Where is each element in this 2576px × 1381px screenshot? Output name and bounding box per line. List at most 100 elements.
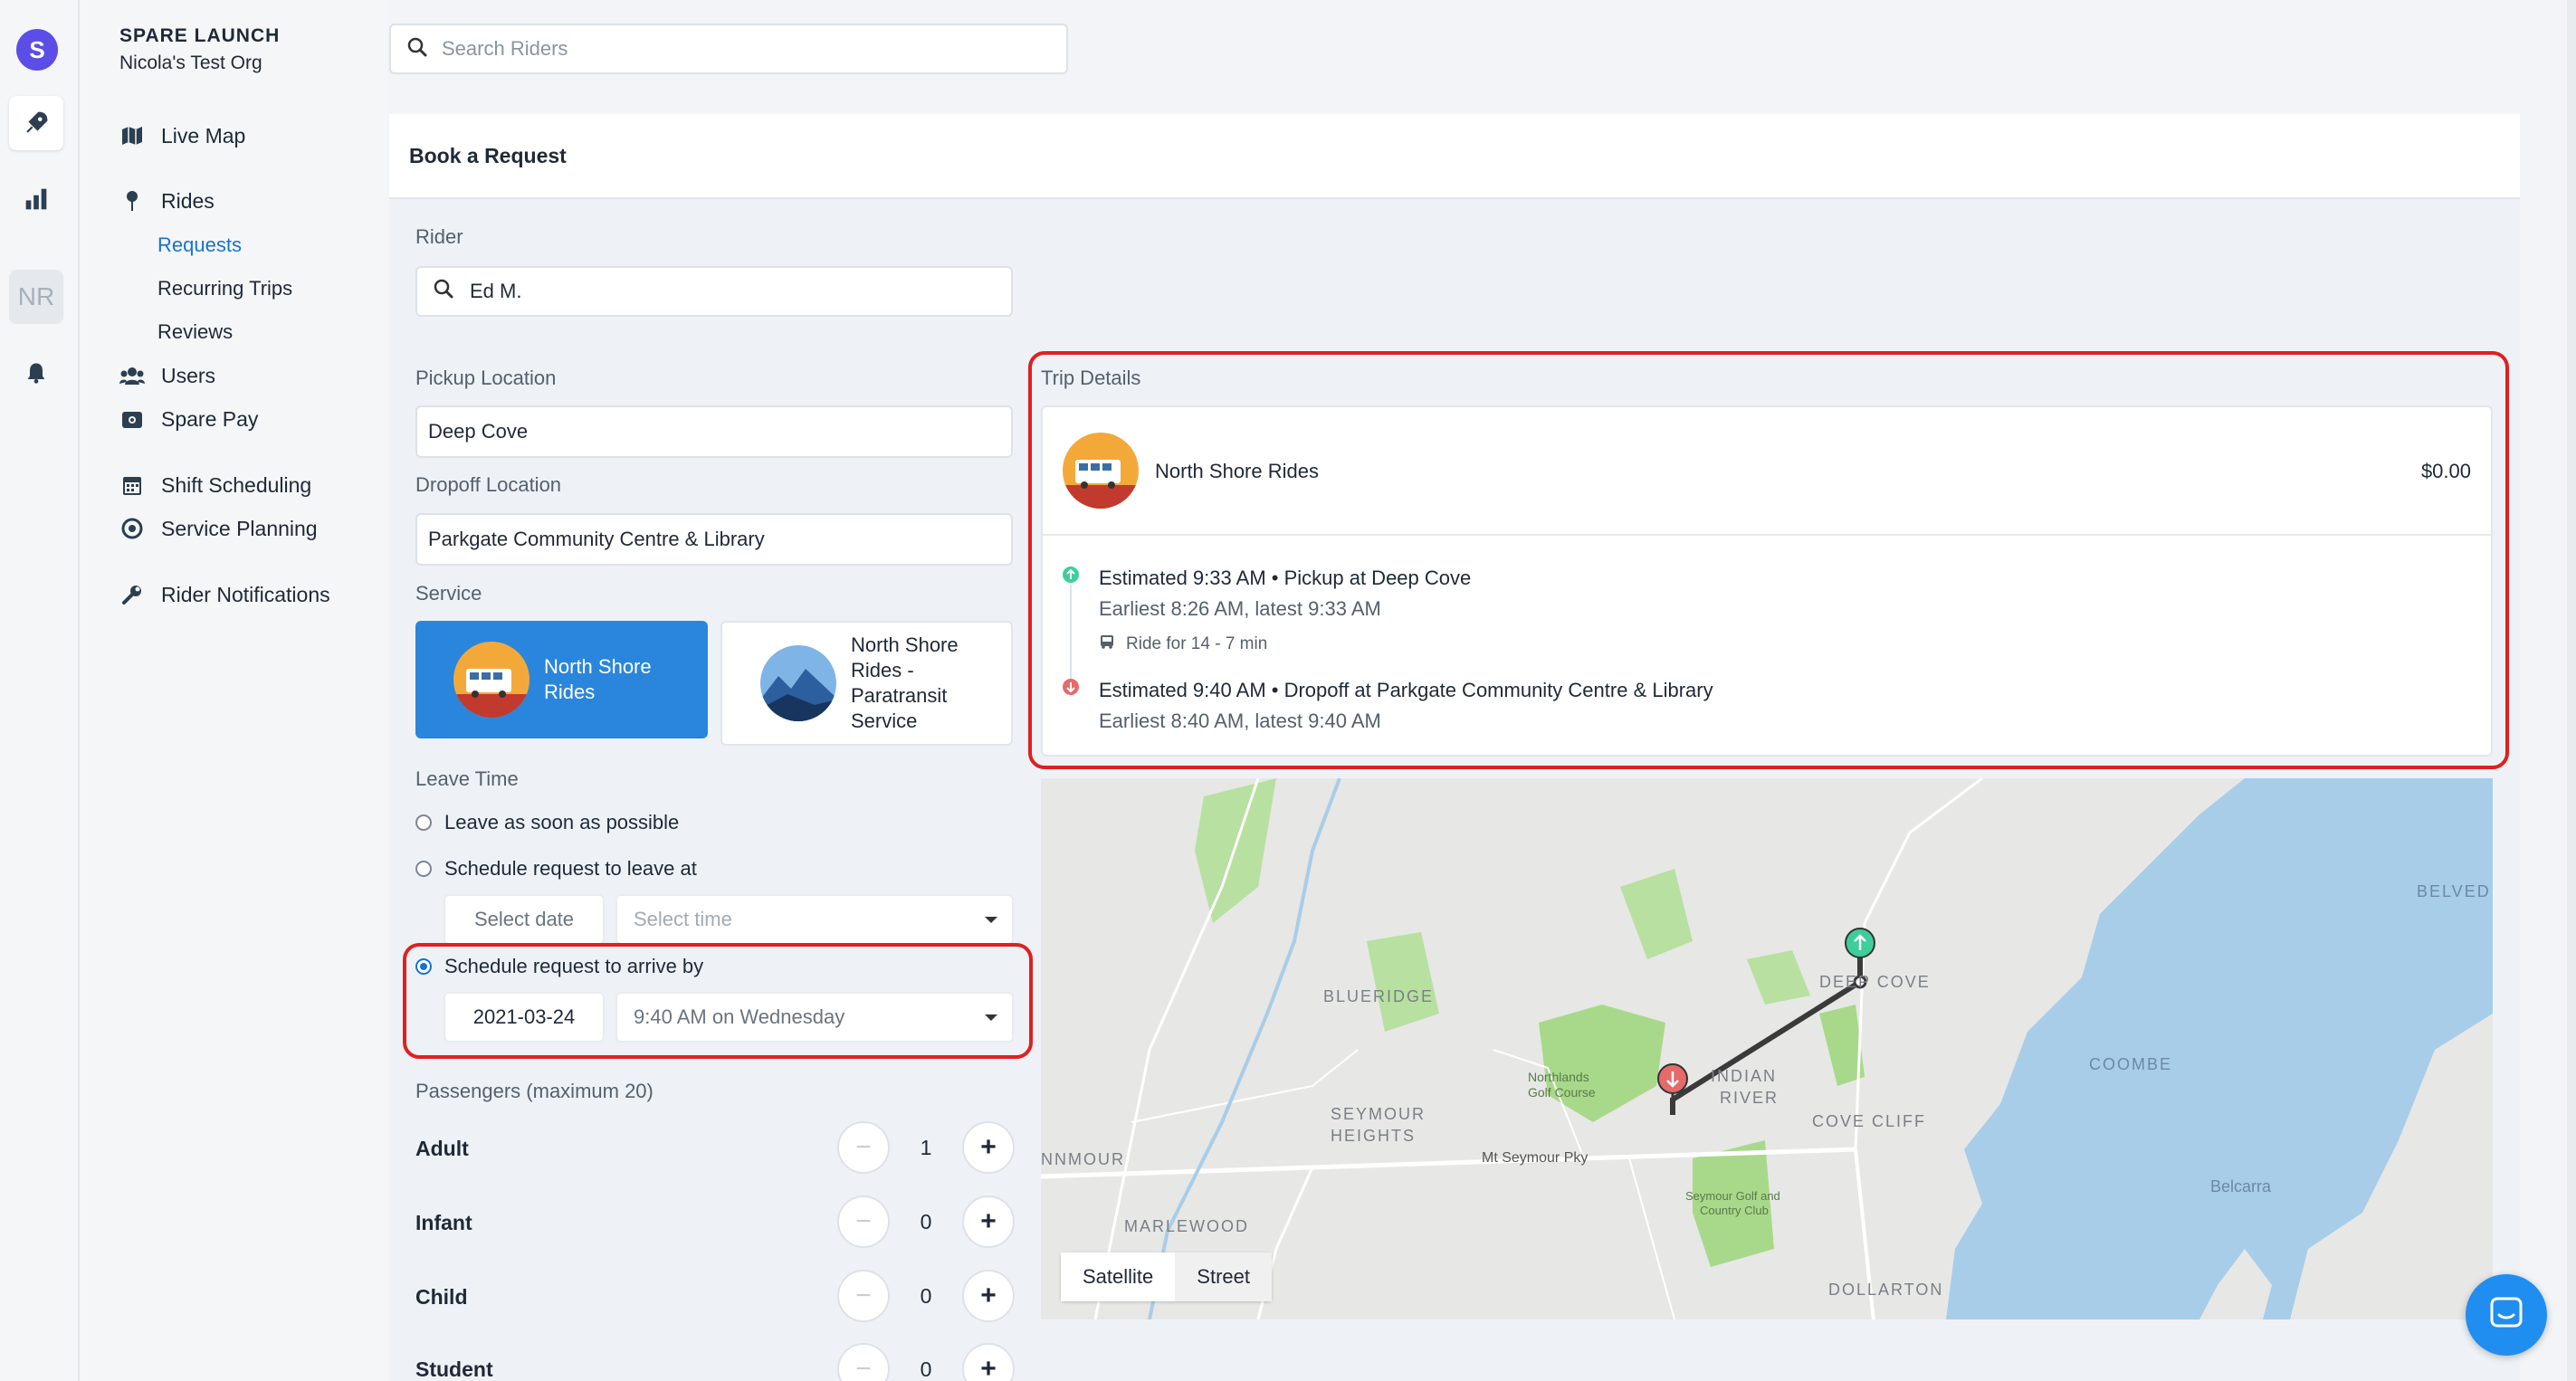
route-map[interactable]: BLUERIDGE SEYMOUR HEIGHTS Northlands Gol… [1041,778,2493,1319]
select-date-leave[interactable]: Select date [444,894,605,945]
pin-icon [119,188,145,214]
map-label: DEEP COVE [1819,973,1931,991]
radio-label: Leave as soon as possible [444,811,680,833]
map-type-toggle: Satellite Street [1061,1252,1272,1301]
sidebar-item-label: Rider Notifications [161,582,330,606]
rider-field[interactable]: Ed M. [415,266,1013,317]
map-label: COOMBE [2089,1055,2172,1073]
calendar-icon [119,472,145,498]
svg-text:Northlands: Northlands [1528,1070,1589,1084]
map-canvas: BLUERIDGE SEYMOUR HEIGHTS Northlands Gol… [1041,778,2493,1319]
increment-button[interactable]: + [962,1270,1015,1322]
chevron-down-icon [985,917,997,923]
bus-icon [453,642,530,718]
card-title: Book a Request [389,114,2520,199]
spare-logo-icon[interactable]: S [16,29,58,71]
sidebar-item-requests[interactable]: Requests [157,233,242,257]
select-time-placeholder: Select time [634,908,732,930]
passengers-label: Passengers (maximum 20) [415,1080,654,1102]
sidebar-item-recurring-trips[interactable]: Recurring Trips [157,277,292,300]
svg-text:Seymour Golf and: Seymour Golf and [1685,1189,1780,1203]
dropoff-field[interactable]: Parkgate Community Centre & Library [415,513,1013,566]
map-label: Mt Seymour Pky [1482,1150,1588,1166]
passenger-type-label: Adult [415,1137,469,1160]
radio-leave-at[interactable]: Schedule request to leave at [415,857,697,881]
service-option-label: North Shore Rides - Paratransit Service [851,633,959,732]
passenger-count: 0 [920,1283,932,1308]
chat-launcher-button[interactable] [2466,1274,2547,1356]
passenger-type-label: Child [415,1285,468,1309]
search-icon [434,279,453,304]
quantity-stepper: − 0 + [837,1195,1015,1248]
decrement-button[interactable]: − [837,1270,890,1322]
avatar[interactable]: NR [9,270,63,324]
radio-button[interactable] [415,814,432,831]
service-label: Service [415,582,482,605]
wrench-icon [119,582,145,607]
org-subtitle[interactable]: Nicola's Test Org [119,52,262,74]
passenger-type-label: Infant [415,1211,472,1234]
radio-button[interactable] [415,861,432,877]
map-label: BELVED [2417,882,2491,900]
pickup-field[interactable]: Deep Cove [415,405,1013,458]
tab-satellite[interactable]: Satellite [1061,1252,1176,1301]
svg-text:Country Club: Country Club [1700,1204,1769,1217]
map-label: Belcarra [2210,1177,2272,1195]
service-option-north-shore-rides[interactable]: North Shore Rides [415,621,708,738]
svg-text:INDIAN: INDIAN [1711,1067,1777,1085]
map-label: COVE CLIFF [1812,1112,1926,1130]
svg-text:SEYMOUR: SEYMOUR [1331,1105,1426,1123]
passenger-count: 0 [920,1357,932,1381]
svg-text:RIVER: RIVER [1720,1089,1779,1107]
increment-button[interactable]: + [962,1343,1015,1381]
users-icon [119,363,145,388]
search-riders[interactable] [389,24,1068,74]
pickup-label: Pickup Location [415,367,557,389]
sidebar-item-reviews[interactable]: Reviews [157,320,233,344]
sidebar-item-users[interactable]: Users [119,363,215,388]
decrement-button[interactable]: − [837,1121,890,1174]
rider-label: Rider [415,225,463,248]
highlight-trip-details [1028,351,2509,769]
service-option-label: North Shore Rides [544,655,652,703]
sidebar-item-rides[interactable]: Rides [119,188,215,214]
search-input[interactable] [442,37,985,61]
sidebar-item-shift-scheduling[interactable]: Shift Scheduling [119,472,311,498]
passenger-count: 1 [920,1135,932,1159]
sidebar: SPARE LAUNCH Nicola's Test Org Live Map … [80,0,387,1381]
sidebar-item-label: Shift Scheduling [161,472,312,497]
analytics-icon[interactable] [9,172,63,226]
service-option-paratransit[interactable]: North Shore Rides - Paratransit Service [720,621,1013,746]
search-icon [407,37,427,62]
dropoff-label: Dropoff Location [415,473,562,496]
scrollbar[interactable] [2567,0,2576,1381]
quantity-stepper: − 1 + [837,1121,1015,1174]
sidebar-item-label: Spare Pay [161,406,259,431]
sidebar-item-label: Rides [161,188,215,213]
map-label: DOLLARTON [1828,1281,1943,1299]
sidebar-item-label: Service Planning [161,516,318,540]
sidebar-item-spare-pay[interactable]: Spare Pay [119,406,258,432]
sidebar-item-label: Users [161,363,216,387]
bell-icon[interactable] [9,346,63,400]
sidebar-item-live-map[interactable]: Live Map [119,123,245,148]
increment-button[interactable]: + [962,1195,1015,1248]
radio-leave-asap[interactable]: Leave as soon as possible [415,811,679,834]
sidebar-item-service-planning[interactable]: Service Planning [119,516,318,541]
increment-button[interactable]: + [962,1121,1015,1174]
decrement-button[interactable]: − [837,1343,890,1381]
mountain-icon [760,645,836,721]
org-title: SPARE LAUNCH [119,25,281,46]
svg-text:HEIGHTS: HEIGHTS [1331,1127,1416,1145]
decrement-button[interactable]: − [837,1195,890,1248]
rider-value: Ed M. [470,280,522,302]
radio-label: Schedule request to leave at [444,857,697,880]
passenger-count: 0 [920,1209,932,1233]
rocket-icon[interactable] [9,96,63,150]
sidebar-item-label: Live Map [161,123,246,148]
wallet-icon [119,406,145,432]
select-time-leave[interactable]: Select time [615,894,1014,945]
tab-street[interactable]: Street [1175,1252,1272,1301]
sidebar-item-rider-notifications[interactable]: Rider Notifications [119,582,330,607]
map-icon [119,123,145,148]
